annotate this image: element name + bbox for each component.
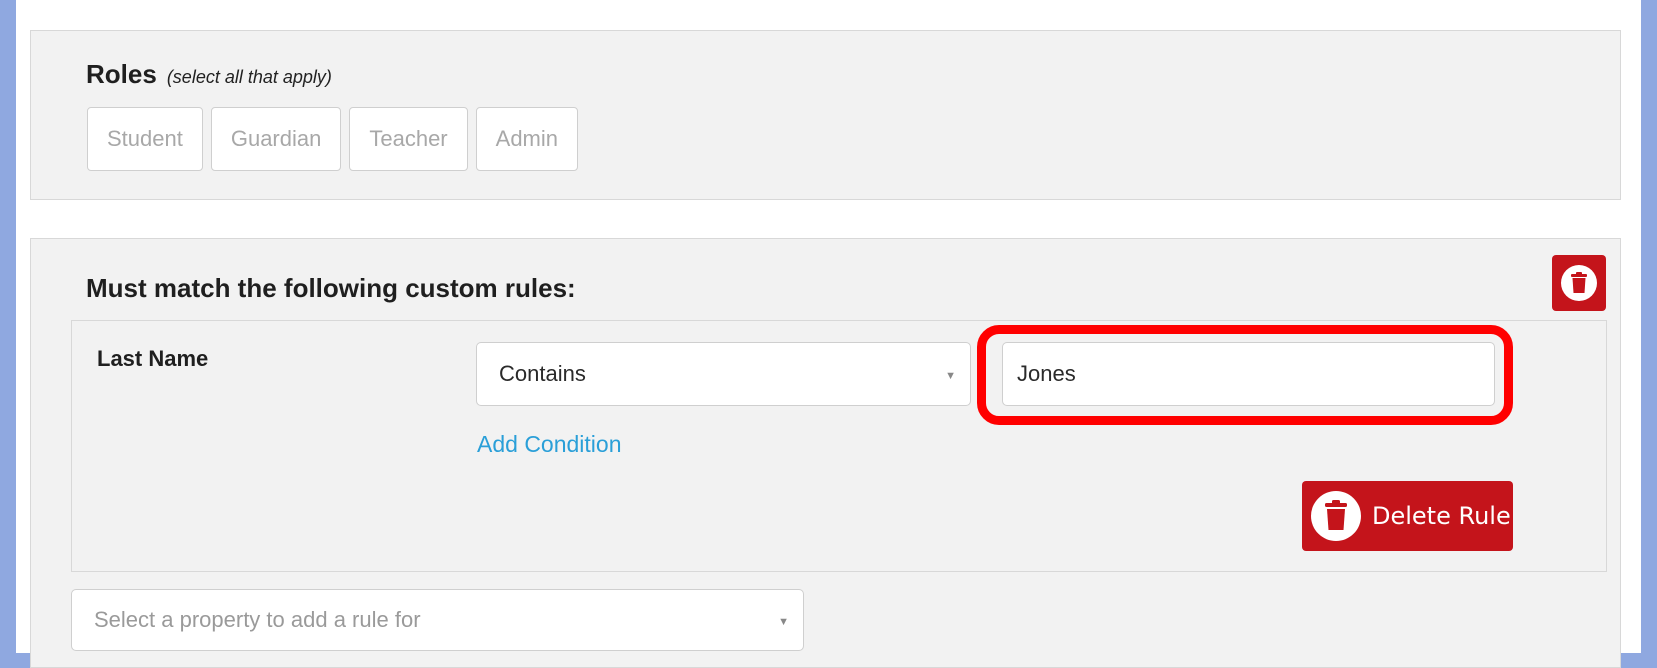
add-condition-link[interactable]: Add Condition	[477, 431, 622, 458]
roles-heading: Roles (select all that apply)	[86, 59, 332, 90]
caret-down-icon: ▼	[945, 369, 956, 382]
property-select-placeholder: Select a property to add a rule for	[94, 607, 421, 632]
custom-rules-panel: Must match the following custom rules: L…	[30, 238, 1621, 668]
roles-panel: Roles (select all that apply) Student Gu…	[30, 30, 1621, 200]
page-frame: Roles (select all that apply) Student Gu…	[16, 0, 1641, 668]
trash-icon	[1560, 264, 1598, 302]
condition-selected-value: Contains	[499, 361, 586, 386]
rule-property-label: Last Name	[97, 346, 209, 371]
trash-icon	[1310, 490, 1362, 542]
delete-rule-button[interactable]: Delete Rule	[1302, 481, 1513, 551]
role-student-button[interactable]: Student	[87, 107, 203, 171]
property-select[interactable]: Select a property to add a rule for ▼	[71, 589, 804, 651]
role-button-group: Student Guardian Teacher Admin	[87, 107, 578, 171]
condition-select[interactable]: Contains ▼	[476, 342, 971, 406]
caret-down-icon: ▼	[778, 615, 789, 628]
role-guardian-button[interactable]: Guardian	[210, 107, 342, 171]
roles-hint: (select all that apply)	[166, 67, 332, 87]
rule-value-input[interactable]	[1002, 342, 1495, 406]
role-teacher-button[interactable]: Teacher	[349, 107, 468, 171]
delete-section-button[interactable]	[1552, 255, 1606, 311]
rule-row: Last Name Contains ▼ Add Condition Dele	[71, 320, 1607, 572]
custom-rules-title: Must match the following custom rules:	[86, 273, 576, 303]
delete-rule-label: Delete Rule	[1372, 502, 1511, 530]
roles-title: Roles	[86, 59, 157, 89]
role-admin-button[interactable]: Admin	[475, 107, 578, 171]
